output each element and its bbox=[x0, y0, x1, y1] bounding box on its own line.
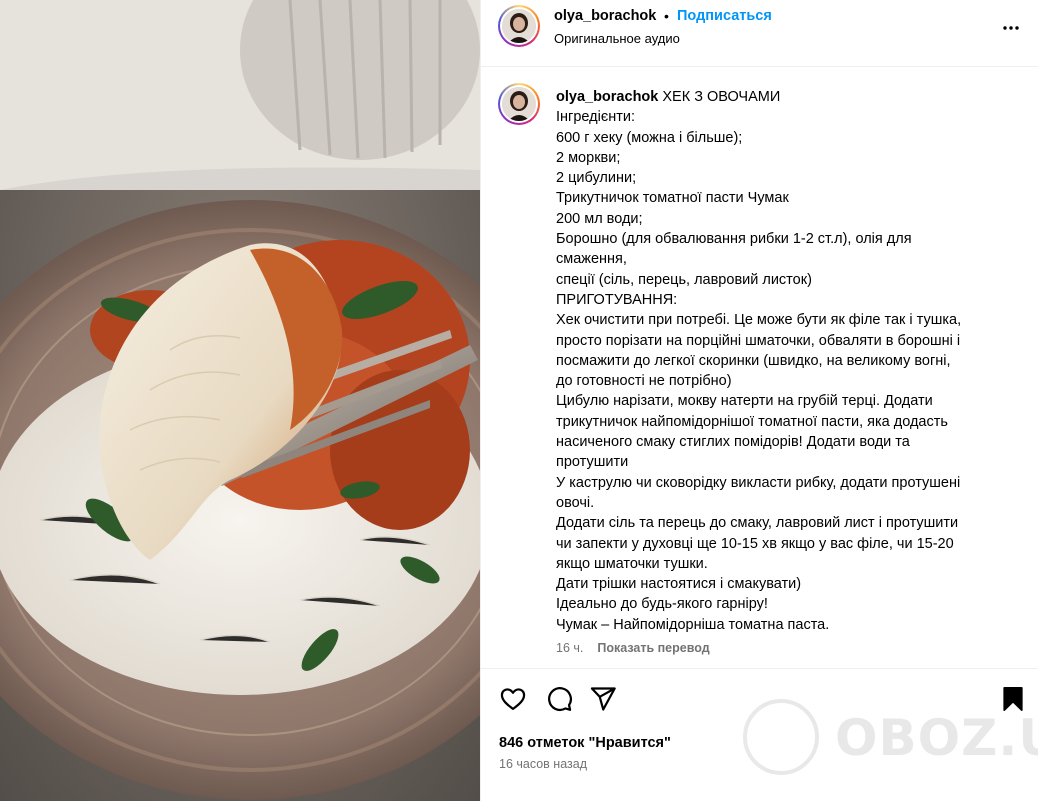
share-icon[interactable] bbox=[589, 685, 617, 713]
caption-line: Цибулю нарізати, мокву натерти на грубій… bbox=[556, 393, 933, 410]
caption-line: просто порізати на порційні шматочки, об… bbox=[556, 332, 961, 349]
caption-line: Дати трішки настоятися і смакувати) bbox=[556, 576, 802, 593]
caption-username[interactable]: olya_borachok bbox=[556, 89, 658, 105]
post-sidebar: olya_borachok • Подписаться Оригинальное… bbox=[480, 0, 1038, 801]
watermark-text: OBOZ.UA bbox=[835, 709, 1038, 767]
food-photo bbox=[0, 0, 480, 801]
post-header: olya_borachok • Подписаться Оригинальное… bbox=[481, 0, 1038, 67]
heart-icon[interactable] bbox=[499, 685, 527, 713]
caption-line: якщо шматочки тушки. bbox=[556, 555, 708, 572]
caption-line: ПРИГОТУВАННЯ: bbox=[556, 291, 678, 308]
caption-meta: 16 ч. Показать перевод bbox=[556, 641, 710, 655]
avatar-photo bbox=[502, 87, 536, 121]
caption-avatar[interactable] bbox=[498, 83, 540, 125]
show-translation-button[interactable]: Показать перевод bbox=[597, 641, 709, 655]
caption-line-0: olya_borachok ХЕК З ОВОЧАМИ bbox=[556, 87, 1016, 107]
post-time[interactable]: 16 часов назад bbox=[499, 757, 587, 771]
audio-label[interactable]: Оригинальное аудио bbox=[554, 31, 680, 46]
caption-line: до готовності не потрібно) bbox=[556, 373, 732, 390]
action-bar: OBOZ.UA 846 отметок "Нравится" 16 часов … bbox=[481, 668, 1038, 801]
caption-line: чи запекти у духовці ще 10-15 хв якщо у … bbox=[556, 535, 954, 552]
follow-button[interactable]: Подписаться bbox=[677, 8, 772, 24]
caption-line: овочі. bbox=[556, 494, 595, 511]
caption-line: смаження, bbox=[556, 251, 627, 268]
caption-line: спеції (сіль, перець, лавровий листок) bbox=[556, 271, 812, 288]
caption-line: посмажити до легкої скоринки (швидко, на… bbox=[556, 352, 951, 369]
caption-line: 2 цибулини; bbox=[556, 170, 637, 187]
caption-line: насиченого смаку стиглих помідорів! Дода… bbox=[556, 434, 910, 451]
likes-count[interactable]: 846 отметок "Нравится" bbox=[499, 735, 671, 751]
post-caption: olya_borachok ХЕК З ОВОЧАМИ Інгредієнти:… bbox=[556, 87, 1016, 635]
caption-line: Чумак – Найпомідорніша томатна паста. bbox=[556, 616, 830, 633]
avatar-photo bbox=[502, 9, 536, 43]
caption-age: 16 ч. bbox=[556, 641, 584, 655]
oboz-watermark: OBOZ.UA bbox=[743, 691, 1038, 781]
caption-title: ХЕК З ОВОЧАМИ bbox=[662, 89, 781, 105]
caption-line: 600 г хеку (можна і більше); bbox=[556, 129, 743, 146]
caption-line: 200 мл води; bbox=[556, 210, 643, 227]
caption-line: трикутничок найпомідорнішої томатної пас… bbox=[556, 413, 948, 430]
caption-line: У каструлю чи сковорідку викласти рибку,… bbox=[556, 474, 961, 491]
header-separator: • bbox=[664, 8, 669, 24]
more-horizontal-icon[interactable] bbox=[999, 16, 1023, 40]
post-media[interactable] bbox=[0, 0, 480, 801]
header-username[interactable]: olya_borachok bbox=[554, 8, 656, 24]
avatar[interactable] bbox=[498, 5, 540, 47]
caption-line: Хек очистити при потребі. Це може бути я… bbox=[556, 312, 962, 329]
caption-line: Додати сіль та перець до смаку, лавровий… bbox=[556, 515, 959, 532]
caption-line: 2 моркви; bbox=[556, 149, 621, 166]
caption-line: Ідеально до будь-якого гарніру! bbox=[556, 596, 768, 613]
caption-line: Інгредієнти: bbox=[556, 109, 635, 126]
comment-icon[interactable] bbox=[545, 685, 573, 713]
caption-line: Трикутничок томатної пасти Чумак bbox=[556, 190, 789, 207]
caption-line: протушити bbox=[556, 454, 629, 471]
caption-line: Борошно (для обвалювання рибки 1-2 ст.л)… bbox=[556, 231, 912, 248]
